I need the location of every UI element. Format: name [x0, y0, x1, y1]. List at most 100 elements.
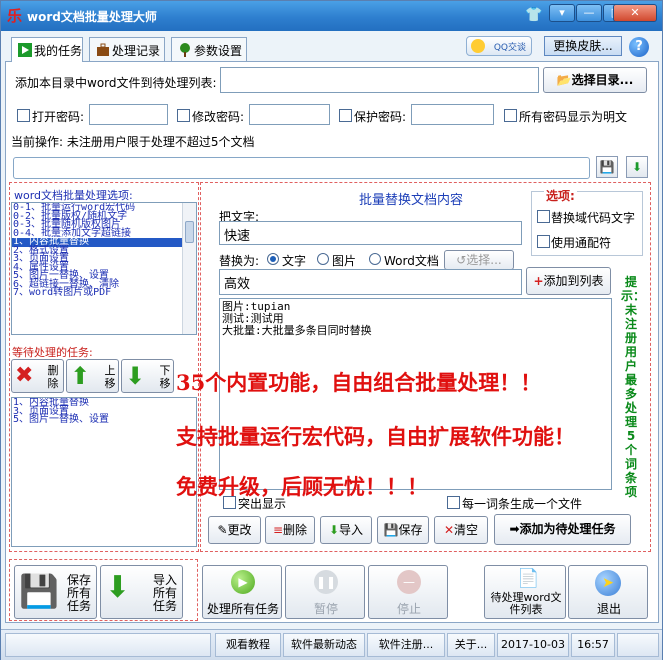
import-all-tasks-button[interactable]: ⬇ 导入所有任务 [100, 565, 183, 619]
add-plus-icon: + [533, 274, 544, 288]
show-password-checkbox[interactable] [504, 109, 517, 122]
radio-text[interactable] [267, 253, 279, 265]
skin-shirt-icon[interactable]: 👕 [525, 7, 542, 25]
play-circle-icon: ▶ [231, 570, 255, 594]
status-date: 2017-10-03 [497, 633, 569, 657]
move-down-button[interactable]: ⬇ 下移 [121, 359, 174, 393]
select-folder-button[interactable]: 📂选择目录... [543, 67, 647, 93]
field-code-checkbox[interactable] [537, 210, 550, 223]
import-entries-button[interactable]: ⬇导入 [320, 516, 372, 544]
minimize-button[interactable]: — [576, 4, 602, 22]
protect-password-input[interactable] [411, 104, 494, 125]
delete-task-button[interactable]: ✖ 删除 [11, 359, 64, 393]
tab-history[interactable]: 处理记录 [89, 37, 165, 61]
status-extra-cell [617, 633, 659, 657]
option-item[interactable]: 7、word转图片或PDF [12, 288, 196, 298]
choose-arrow-icon: ↺ [456, 253, 467, 267]
protect-password-checkbox[interactable] [339, 109, 352, 122]
replace-list-item[interactable]: 大批量:大批量多条目同时替换 [222, 325, 609, 337]
wildcard-label: 使用通配符 [551, 236, 612, 250]
download-icon: ⬇ [631, 160, 643, 174]
pause-button[interactable]: ❚❚ 暂停 [285, 565, 365, 619]
each-file-checkbox[interactable] [447, 496, 460, 509]
show-password-label: 所有密码显示为明文 [519, 110, 628, 124]
register-link[interactable]: 软件注册... [367, 633, 445, 657]
folder-input[interactable] [220, 67, 539, 93]
save-floppy-icon: 💾 [383, 523, 399, 537]
tutorial-link[interactable]: 观看教程 [215, 633, 281, 657]
replace-title: 批量替换文档内容 [359, 193, 464, 208]
from-text-input[interactable]: 快速 [219, 221, 522, 245]
app-window: 乐 word文档批量处理大师 👕 ▾ — □ ✕ 我的任务 处理记录 参数设置 … [0, 0, 663, 660]
highlight-checkbox[interactable] [223, 496, 236, 509]
options-box-title: 选项: [544, 187, 577, 204]
tab-my-tasks[interactable]: 我的任务 [11, 37, 83, 62]
floppy-disk-icon: 💾 [19, 572, 59, 610]
exit-button[interactable]: ➤ 退出 [568, 565, 648, 619]
briefcase-icon [96, 43, 110, 57]
pause-circle-icon: ❚❚ [314, 570, 338, 594]
progress-bar [13, 157, 590, 179]
radio-image-label: 图片 [332, 254, 357, 268]
options-list[interactable]: 0-1、批量运行word宏代码 0-2、批量版权/随机文字 0-3、批量随机版权… [11, 202, 197, 335]
change-skin-button[interactable]: 更换皮肤... [544, 36, 622, 56]
current-operation-text: 当前操作: 未注册用户限于处理不超过5个文档 [11, 135, 255, 149]
options-scrollbar[interactable] [182, 203, 196, 334]
close-button[interactable]: ✕ [613, 4, 657, 22]
edit-entry-button[interactable]: ✎更改 [208, 516, 261, 544]
save-all-tasks-button[interactable]: 💾 保存所有任务 [14, 565, 97, 619]
status-message-cell [5, 633, 211, 657]
pending-files-list-button[interactable]: 📄 待处理word文件列表 [484, 565, 566, 619]
clear-entries-button[interactable]: ✕清空 [434, 516, 488, 544]
choose-file-button[interactable]: ↺选择... [444, 250, 514, 270]
import-arrow-icon: ⬇ [328, 523, 340, 537]
process-all-button[interactable]: ▶ 处理所有任务 [202, 565, 282, 619]
tab-settings[interactable]: 参数设置 [171, 37, 247, 61]
modify-password-checkbox[interactable] [177, 109, 190, 122]
radio-word-doc-label: Word文档 [384, 254, 439, 268]
scroll-thumb[interactable] [185, 221, 194, 243]
save-log-button[interactable]: 💾 [596, 156, 618, 178]
replace-with-input[interactable]: 高效 [219, 269, 522, 295]
news-link[interactable]: 软件最新动态 [283, 633, 365, 657]
modify-password-label: 修改密码: [192, 110, 245, 124]
modify-password-input[interactable] [249, 104, 330, 125]
open-password-input[interactable] [89, 104, 168, 125]
radio-text-label: 文字 [282, 254, 307, 268]
field-code-label: 替换域代码文字 [551, 211, 636, 225]
add-to-list-button[interactable]: +添加到列表 [526, 267, 611, 295]
download-button[interactable]: ⬇ [626, 156, 648, 178]
import-disk-icon: ⬇ [105, 570, 131, 605]
menu-button[interactable]: ▾ [549, 4, 575, 22]
replace-with-label: 替换为: [219, 254, 260, 268]
delete-entry-button[interactable]: ≡删除 [265, 516, 315, 544]
status-bar: 观看教程 软件最新动态 软件注册... 关于... 2017-10-03 16:… [1, 629, 662, 660]
radio-image[interactable] [317, 253, 329, 265]
save-entries-button[interactable]: 💾保存 [377, 516, 429, 544]
wildcard-checkbox[interactable] [537, 235, 550, 248]
stop-button[interactable]: — 停止 [368, 565, 448, 619]
status-time: 16:57 [571, 633, 615, 657]
open-password-checkbox[interactable] [17, 109, 30, 122]
add-pending-task-button[interactable]: ➡添加为待处理任务 [494, 514, 631, 545]
radio-word-doc[interactable] [369, 253, 381, 265]
floppy-icon: 💾 [599, 160, 615, 174]
highlight-label: 突出显示 [238, 497, 287, 511]
qq-chat-button[interactable]: QQ交谈 [466, 36, 532, 56]
about-link[interactable]: 关于... [447, 633, 495, 657]
pending-list[interactable]: 1、内容批量替换 3、页面设置 5、图片一替换、设置 [11, 397, 197, 547]
pending-item[interactable]: 5、图片一替换、设置 [12, 415, 196, 425]
title-bar[interactable]: 乐 word文档批量处理大师 👕 ▾ — □ ✕ [1, 1, 662, 31]
tree-icon [178, 43, 192, 57]
promo-line-2: 支持批量运行宏代码，自由扩展软件功能！ [176, 424, 575, 449]
each-file-label: 每一词条生成一个文件 [462, 497, 583, 511]
help-icon[interactable]: ? [629, 37, 649, 57]
folder-open-icon: 📂 [556, 73, 572, 87]
window-title: word文档批量处理大师 [27, 10, 157, 24]
edit-pencil-icon: ✎ [217, 523, 228, 537]
qq-penguin-icon [471, 39, 485, 53]
arrow-down-icon: ⬇ [125, 362, 146, 390]
open-password-label: 打开密码: [32, 110, 85, 124]
move-up-button[interactable]: ⬆ 上移 [66, 359, 119, 393]
file-list-icon: 📄 [517, 568, 540, 589]
